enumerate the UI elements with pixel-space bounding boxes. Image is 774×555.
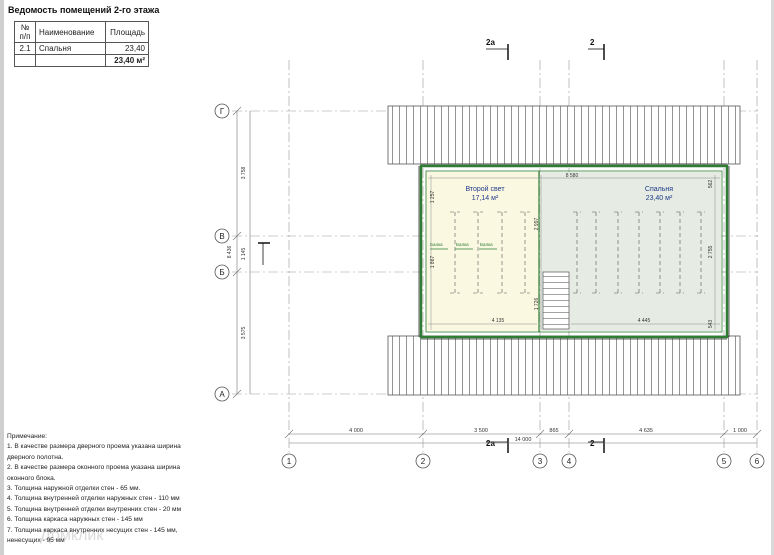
note-line: 6. Толщина каркаса наружных стен - 145 м…: [7, 516, 143, 524]
beam-label: Балка: [430, 242, 443, 247]
beam-label: Балка: [480, 242, 493, 247]
note-line: 3. Толщина наружной отделки стен - 65 мм…: [7, 485, 141, 493]
axis-label: Г: [220, 107, 225, 116]
axis-label: 5: [722, 457, 727, 466]
axis-label: В: [219, 232, 224, 241]
axis-label: 4: [567, 457, 572, 466]
note-line: 1. В качестве размера дверного проема ук…: [7, 443, 181, 461]
room-label-void: Второй свет 17,14 м²: [450, 185, 520, 203]
roof-bottom: [387, 335, 741, 396]
note-line: 4. Толщина внутренней отделки наружных с…: [7, 495, 180, 503]
dim-label: 3 500: [474, 428, 488, 434]
axis-label: Б: [219, 268, 224, 277]
room-label-bedroom: Спальня 23,40 м²: [622, 185, 696, 203]
dim-label: 4 635: [639, 428, 653, 434]
dim-label: 4 000: [349, 428, 363, 434]
dim-label: 1 145: [241, 248, 247, 261]
notes-block: Примечание: 1. В качестве размера дверно…: [7, 432, 182, 546]
dim-total-label: 14 000: [515, 437, 532, 443]
room-name: Второй свет: [465, 186, 505, 193]
dim-label: 2 755: [708, 246, 714, 259]
axis-label: А: [219, 390, 225, 399]
dim-label: 1 726: [534, 298, 540, 311]
dim-label: 8 580: [566, 173, 579, 179]
axis-bubbles-vertical: [281, 453, 765, 469]
dim-label: 1 257: [430, 191, 436, 204]
axis-label: 1: [287, 457, 292, 466]
dim-label: 543: [708, 320, 714, 329]
dim-label: 3 575: [241, 327, 247, 340]
dim-label: 562: [708, 180, 714, 189]
note-line: 5. Толщина внутренней отделки внутренних…: [7, 505, 182, 513]
dim-label: 1 000: [733, 428, 747, 434]
dim-label: 2 997: [534, 218, 540, 231]
roof-top: [387, 105, 741, 165]
axis-label: 2: [421, 457, 426, 466]
axis-label: 6: [755, 457, 760, 466]
note-line: 2. В качестве размера оконного проема ук…: [7, 464, 181, 482]
note-line: Примечание:: [7, 433, 47, 440]
note-line: 7. Толщина каркаса внутренних несущих ст…: [7, 526, 178, 545]
room-area: 23,40 м²: [645, 195, 673, 202]
beam-label: Балка: [456, 242, 469, 247]
axis-label: 3: [538, 457, 543, 466]
dim-label: 4 135: [492, 318, 505, 324]
section-mark-label: 2: [590, 38, 595, 47]
dim-label: 865: [549, 428, 558, 434]
dim-label: 8 436: [227, 246, 233, 259]
section-mark-label: 2а: [486, 38, 495, 47]
room-area: 17,14 м²: [471, 195, 499, 202]
section-mark-label: 2а: [486, 439, 495, 448]
dim-label: 3 758: [241, 167, 247, 180]
dim-label: 1 867: [430, 256, 436, 269]
room-name: Спальня: [644, 186, 674, 193]
staircase: [542, 271, 570, 330]
dim-label: 4 445: [638, 318, 651, 324]
section-mark-label: 2: [590, 439, 595, 448]
